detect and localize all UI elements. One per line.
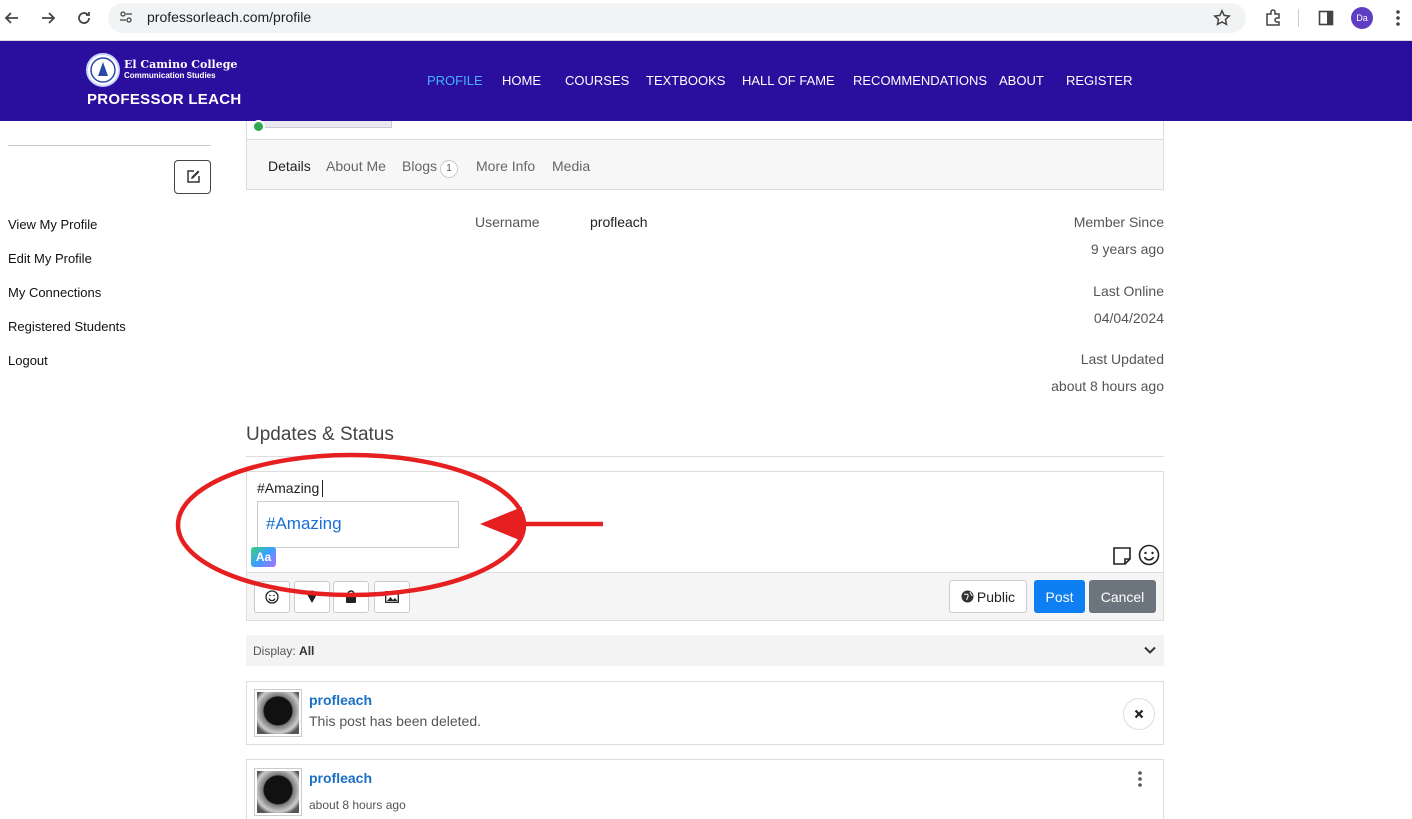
member-since-label: Member Since: [1073, 214, 1164, 230]
updates-heading: Updates & Status: [246, 424, 394, 445]
logo-site-name[interactable]: PROFESSOR LEACH: [87, 91, 242, 108]
post-author-avatar[interactable]: [254, 768, 302, 816]
cancel-button[interactable]: Cancel: [1089, 580, 1156, 613]
sidebar-my-connections[interactable]: My Connections: [8, 285, 101, 300]
emoji-picker-icon[interactable]: [1138, 544, 1160, 566]
add-privacy-button[interactable]: [333, 581, 369, 613]
member-since-value: 9 years ago: [1090, 241, 1164, 257]
add-location-button[interactable]: [294, 581, 330, 613]
post-author-avatar[interactable]: [254, 689, 302, 737]
browser-toolbar: professorleach.com/profile Da: [0, 0, 1412, 41]
post-options-icon[interactable]: [1131, 769, 1149, 789]
image-icon: [385, 591, 399, 603]
username-label: Username: [475, 214, 540, 230]
online-status-dot: [252, 120, 265, 133]
edit-profile-button[interactable]: [174, 160, 211, 194]
bookmark-star-icon[interactable]: [1212, 8, 1232, 28]
post-author-name[interactable]: profleach: [309, 770, 372, 786]
dismiss-post-button[interactable]: [1123, 698, 1155, 730]
last-updated-label: Last Updated: [1080, 351, 1164, 367]
nav-profile[interactable]: PROFILE: [427, 73, 483, 88]
add-emoji-button[interactable]: [254, 581, 290, 613]
toolbar-divider: [1298, 9, 1299, 27]
logo-department: Communication Studies: [124, 71, 216, 80]
sticky-note-icon[interactable]: [1111, 545, 1133, 567]
updates-divider: [246, 456, 1164, 457]
site-settings-icon[interactable]: [119, 10, 133, 24]
last-online-value: 04/04/2024: [1093, 310, 1164, 326]
extensions-icon[interactable]: [1263, 8, 1283, 28]
tab-media[interactable]: Media: [552, 158, 590, 174]
edit-icon: [186, 170, 200, 183]
post-timestamp: about 8 hours ago: [309, 798, 406, 812]
browser-profile-avatar[interactable]: Da: [1351, 7, 1373, 29]
text-format-icon[interactable]: Aa: [251, 547, 276, 567]
nav-home[interactable]: HOME: [502, 73, 541, 88]
last-online-label: Last Online: [1093, 283, 1164, 299]
sidebar-view-my-profile[interactable]: View My Profile: [8, 217, 97, 232]
add-photo-button[interactable]: [374, 581, 410, 613]
display-filter-label: Display:: [253, 644, 296, 658]
display-filter-value: All: [299, 644, 315, 658]
sidebar-logout[interactable]: Logout: [8, 353, 48, 368]
globe-icon: [961, 590, 974, 603]
tab-about-me[interactable]: About Me: [326, 158, 386, 174]
chevron-down-icon[interactable]: [1143, 643, 1157, 657]
hashtag-suggestion[interactable]: #Amazing: [257, 501, 459, 548]
status-input[interactable]: #Amazing: [257, 480, 319, 496]
sidebar-registered-students[interactable]: Registered Students: [8, 319, 126, 334]
tab-blogs-label: Blogs: [402, 158, 438, 174]
privacy-public-label: Public: [976, 588, 1016, 605]
nav-register[interactable]: REGISTER: [1066, 73, 1132, 88]
location-pin-icon: [307, 590, 317, 603]
nav-about[interactable]: ABOUT: [999, 73, 1044, 88]
back-icon[interactable]: [0, 6, 24, 30]
last-updated-value: about 8 hours ago: [1051, 378, 1164, 394]
profile-cover-fragment: [262, 121, 392, 128]
tab-blogs[interactable]: Blogs 1: [402, 158, 459, 178]
forward-icon[interactable]: [36, 6, 60, 30]
display-filter-text: Display: All: [253, 644, 314, 658]
smiley-icon: [265, 590, 279, 604]
post-body: This post has been deleted.: [309, 713, 482, 729]
post-author-name[interactable]: profleach: [309, 692, 372, 708]
profile-tabs: Details About Me Blogs 1 More Info Media: [246, 139, 1164, 190]
tab-more-info[interactable]: More Info: [476, 158, 535, 174]
url-text: professorleach.com/profile: [147, 9, 312, 25]
nav-hall-of-fame[interactable]: HALL OF FAME: [742, 73, 835, 88]
sidebar-edit-my-profile[interactable]: Edit My Profile: [8, 251, 92, 266]
nav-courses[interactable]: COURSES: [565, 73, 629, 88]
nav-textbooks[interactable]: TEXTBOOKS: [646, 73, 725, 88]
close-icon: [1134, 709, 1144, 719]
sidebar-divider: [8, 145, 211, 146]
lock-icon: [346, 590, 356, 603]
post-button[interactable]: Post: [1034, 580, 1085, 613]
username-value: profleach: [590, 214, 648, 230]
college-seal-logo[interactable]: [86, 53, 120, 87]
display-filter[interactable]: [246, 635, 1164, 666]
side-panel-icon[interactable]: [1316, 8, 1336, 28]
browser-menu-icon[interactable]: [1388, 8, 1408, 28]
text-cursor: [322, 480, 323, 497]
logo-college-name: El Camino College: [124, 58, 238, 71]
privacy-public-button[interactable]: Public: [949, 580, 1027, 613]
reload-icon[interactable]: [72, 6, 96, 30]
blogs-count-badge: 1: [440, 160, 459, 178]
tab-details[interactable]: Details: [268, 158, 311, 174]
site-header: El Camino College Communication Studies …: [0, 41, 1412, 121]
nav-recommendations[interactable]: RECOMMENDATIONS: [853, 73, 987, 88]
